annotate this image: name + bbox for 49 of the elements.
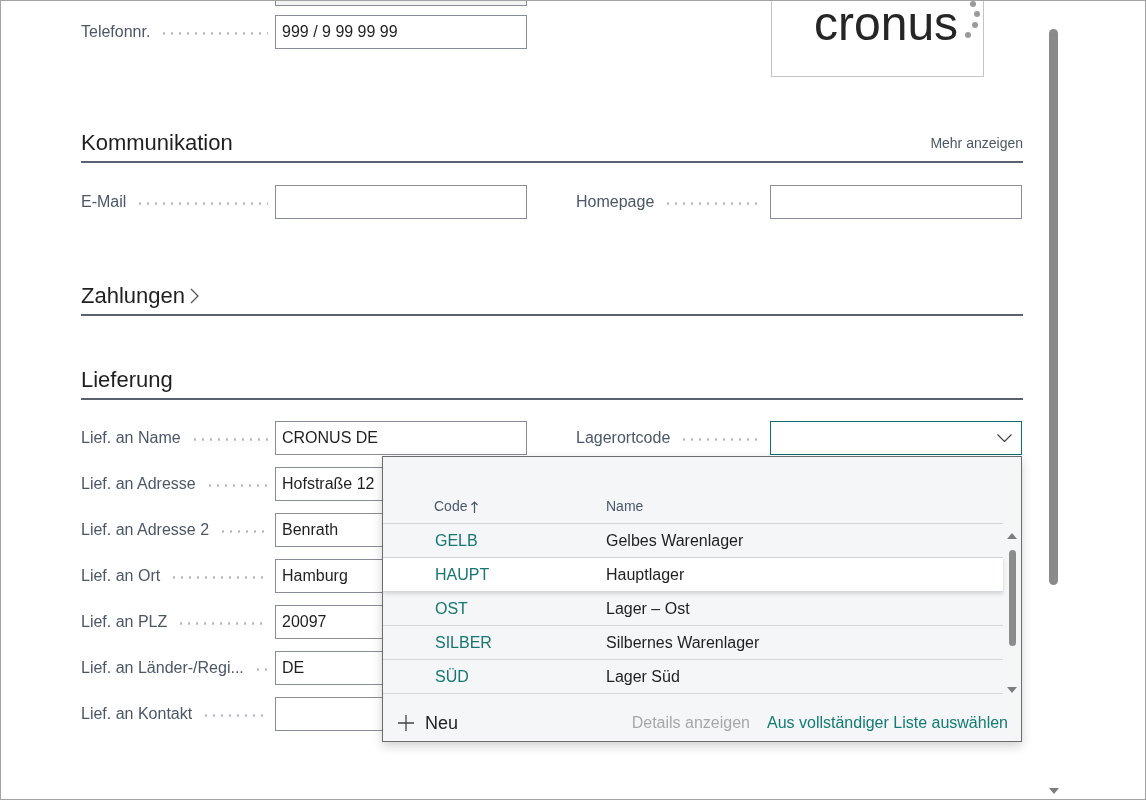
field-label: Lief. an Länder-/Regi... <box>81 658 244 678</box>
name-cell-text: Silbernes Warenlager <box>606 632 760 653</box>
show-more-link[interactable]: Mehr anzeigen <box>930 133 1023 154</box>
field-label: Lagerortcode <box>576 428 671 448</box>
lookup-row[interactable]: SILBER Silbernes Warenlager <box>383 626 1003 660</box>
text-field[interactable]: 999 / 9 99 99 99 <box>275 15 527 49</box>
scrollbar-thumb[interactable] <box>1049 29 1058 585</box>
full-list-link[interactable]: Aus vollständiger Liste auswählen <box>766 711 1008 735</box>
plus-icon <box>398 715 414 731</box>
field-label: Lief. an Adresse <box>81 474 196 494</box>
column-header[interactable]: Name <box>606 496 644 517</box>
code-cell: SILBER <box>435 633 492 651</box>
section-header[interactable]: Kommunikation <box>81 129 233 157</box>
new-button[interactable]: Neu <box>398 709 459 737</box>
field-label: Lief. an Adresse 2 <box>81 520 210 540</box>
caret-down-icon[interactable] <box>1048 788 1059 794</box>
dropdown-field[interactable] <box>770 421 1022 455</box>
code-cell: GELB <box>435 531 478 549</box>
scrollbar-thumb[interactable] <box>1008 550 1016 646</box>
name-cell-text: Hauptlager <box>606 564 685 585</box>
section-header[interactable]: Lieferung <box>81 366 173 394</box>
field-label: Lief. an Kontakt <box>81 704 193 724</box>
code-cell: OST <box>435 599 468 617</box>
name-cell-text: Lager Süd <box>606 666 680 687</box>
caret-down-icon[interactable] <box>1007 687 1017 693</box>
text-field[interactable]: CRONUS DE <box>275 421 527 455</box>
name-cell-text: Lager – Ost <box>606 598 690 619</box>
text-field[interactable] <box>275 185 527 219</box>
field-label: Lief. an PLZ <box>81 612 168 632</box>
arrow-up-icon <box>471 500 479 513</box>
field-label: Lief. an Name <box>81 428 181 448</box>
input-field[interactable] <box>275 1 527 6</box>
field-label: E-Mail <box>81 192 127 212</box>
field-label: Telefonnr. <box>81 22 151 42</box>
text-field[interactable] <box>770 185 1022 219</box>
logo-text: cronus <box>814 1 959 47</box>
section-header[interactable]: Zahlungen <box>81 282 199 310</box>
lookup-row[interactable]: OST Lager – Ost <box>383 592 1003 626</box>
field-label: Lief. an Ort <box>81 566 161 586</box>
name-cell-text: Gelbes Warenlager <box>606 530 744 551</box>
code-cell: SÜD <box>435 667 469 685</box>
code-cell: HAUPT <box>435 565 490 583</box>
chevron-down-icon <box>997 434 1012 442</box>
chevron-right-icon <box>190 288 199 304</box>
column-header[interactable]: Code <box>434 496 479 517</box>
caret-up-icon[interactable] <box>1007 533 1017 539</box>
lookup-row[interactable]: HAUPT Hauptlager <box>383 558 1003 592</box>
field-label: Homepage <box>576 192 655 212</box>
lookup-row[interactable]: SÜD Lager Süd <box>383 660 1003 694</box>
